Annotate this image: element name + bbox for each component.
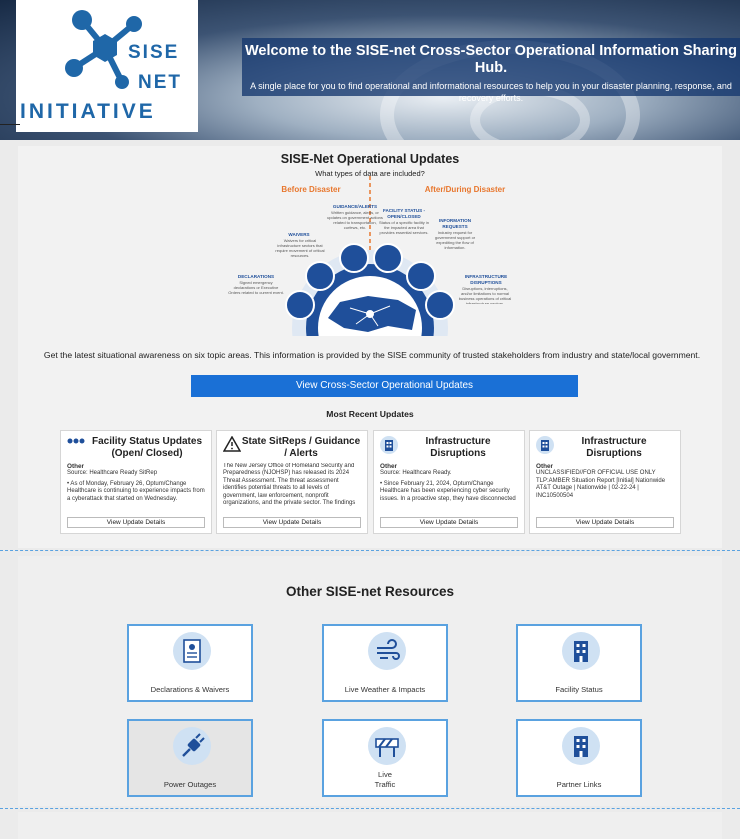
topic-requests-desc: Industry request for government support …	[434, 230, 476, 250]
warning-triangle-icon	[223, 436, 241, 452]
logo-word-net: NET	[138, 72, 182, 93]
power-plug-icon	[173, 727, 211, 765]
topic-waivers-name: WAIVERS	[288, 232, 310, 237]
card-body: • As of Monday, February 26, Optum/Chang…	[67, 480, 205, 502]
document-icon	[173, 632, 211, 670]
topic-facility-desc: Status of a specific facility in the imp…	[378, 220, 430, 235]
tile-label: Live Weather & Impacts	[344, 684, 426, 694]
view-update-details-button[interactable]: View Update Details	[536, 517, 674, 528]
logo-divider	[0, 124, 20, 125]
topic-declarations-desc: Signed emergency declarations or Executi…	[228, 280, 284, 295]
topic-waivers-desc: Waivers for critical infrastructure sect…	[275, 238, 325, 258]
weather-wind-icon	[368, 632, 406, 670]
card-category: Other	[536, 463, 554, 470]
building-icon	[380, 436, 398, 454]
card-title: Infrastructure Disruptions	[425, 436, 491, 459]
building-icon	[562, 727, 600, 765]
view-update-details-button[interactable]: View Update Details	[223, 517, 361, 528]
tile-label: Facility Status	[555, 684, 603, 694]
card-source: Source: Healthcare Ready SitRep	[67, 470, 158, 477]
topic-declarations-name: DECLARATIONS	[237, 274, 275, 279]
tile-live-weather[interactable]: Live Weather & Impacts	[322, 624, 448, 702]
tile-partner-links[interactable]: Partner Links	[516, 719, 642, 797]
view-operational-updates-button[interactable]: View Cross-Sector Operational Updates	[191, 375, 578, 397]
topic-infographic: GUIDANCE/ALERTS Written guidance, alerts…	[228, 158, 512, 406]
welcome-subtitle: A single place for you to find operation…	[250, 81, 732, 103]
tile-power-outages[interactable]: Power Outages	[127, 719, 253, 797]
update-card: State SitReps / Guidance / Alerts The Ne…	[216, 430, 368, 534]
card-title: Infrastructure Disruptions	[581, 436, 647, 459]
card-category: Other	[67, 463, 85, 470]
facility-status-icon	[67, 438, 85, 444]
welcome-banner: Welcome to the SISE-net Cross-Sector Ope…	[242, 38, 740, 103]
tile-facility-status[interactable]: Facility Status	[516, 624, 642, 702]
traffic-barrier-icon	[368, 727, 406, 765]
tile-label: Declarations & Waivers	[150, 684, 230, 694]
update-card: Infrastructure Disruptions Other UNCLASS…	[529, 430, 681, 534]
welcome-title: Welcome to the SISE-net Cross-Sector Ope…	[244, 43, 737, 76]
card-body: TLP:AMBER Situation Report [Initial] Nat…	[536, 477, 666, 499]
tile-declarations-waivers[interactable]: Declarations & Waivers	[127, 624, 253, 702]
building-icon	[562, 632, 600, 670]
section-divider	[0, 550, 740, 551]
card-body: • Since February 21, 2024, Optum/Change …	[380, 480, 516, 502]
topic-guidance-name: GUIDANCE/ALERTS	[332, 204, 378, 209]
logo-word-initiative: INITIATIVE	[20, 100, 156, 123]
update-card: Infrastructure Disruptions Other Source:…	[373, 430, 525, 534]
card-source: Source: Healthcare Ready.	[380, 470, 452, 477]
recent-updates-title: Most Recent Updates	[326, 409, 414, 419]
topic-facility-name: FACILITY STATUS - OPEN/CLOSED	[382, 208, 426, 219]
card-title: State SitReps / Guidance / Alerts	[241, 436, 361, 459]
footer-panel	[18, 812, 722, 839]
card-title: Facility Status Updates (Open/ Closed)	[91, 436, 203, 459]
sise-net-logo[interactable]: SISE NET INITIATIVE	[16, 0, 198, 132]
card-category: Other	[380, 463, 398, 470]
tile-live-traffic[interactable]: Live Traffic	[322, 719, 448, 797]
topic-disruptions-desc: Disruptions, interruptions, and/or limit…	[458, 286, 512, 304]
resources-title: Other SISE-net Resources	[285, 584, 455, 599]
tile-label: Power Outages	[163, 779, 217, 789]
card-source: UNCLASSIFIED//FOR OFFICIAL USE ONLY	[536, 470, 656, 477]
tile-label: Partner Links	[556, 779, 602, 789]
topic-requests-name: INFORMATION REQUESTS	[438, 218, 472, 229]
logo-word-sise: SISE	[128, 42, 180, 63]
building-icon	[536, 436, 554, 454]
update-card: Facility Status Updates (Open/ Closed) O…	[60, 430, 212, 534]
tile-label: Live Traffic	[374, 770, 396, 789]
section-divider	[0, 808, 740, 809]
view-update-details-button[interactable]: View Update Details	[67, 517, 205, 528]
view-update-details-button[interactable]: View Update Details	[380, 517, 518, 528]
card-body: The New Jersey Office of Homeland Securi…	[223, 463, 356, 507]
updates-description: Get the latest situational awareness on …	[43, 350, 701, 360]
topic-disruptions-name: INFRASTRUCTURE DISRUPTIONS	[464, 274, 508, 285]
